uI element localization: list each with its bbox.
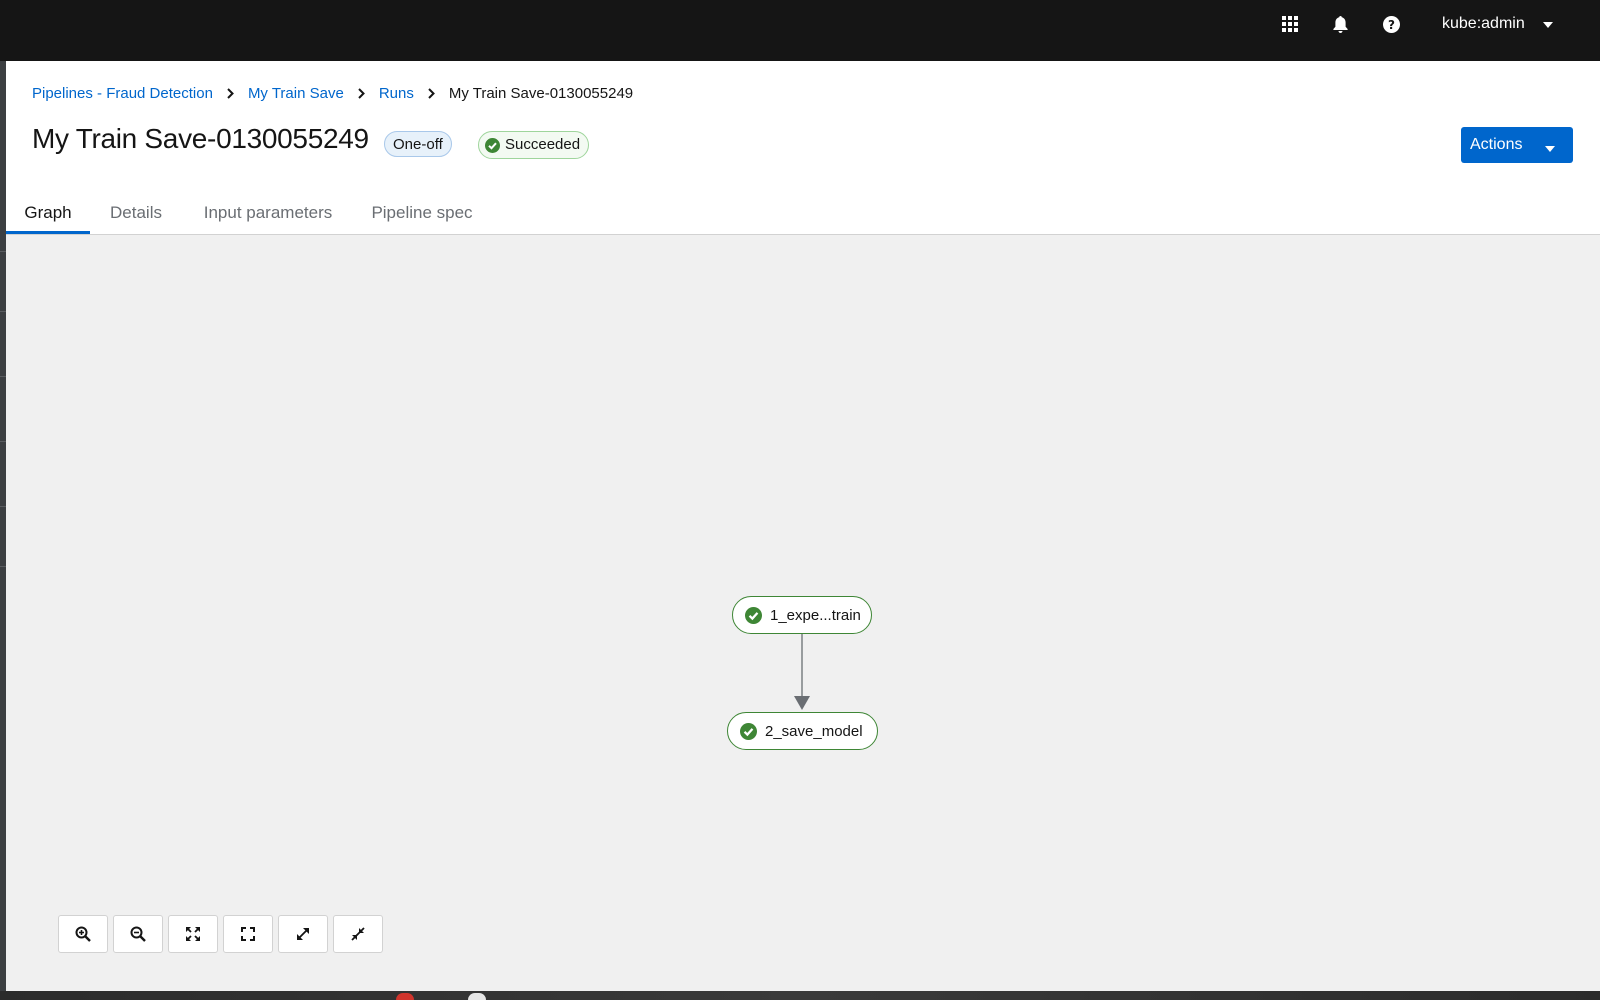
collapse-icon (351, 927, 365, 941)
page-title: My Train Save-0130055249 (32, 123, 369, 154)
svg-text:?: ? (1388, 18, 1395, 32)
breadcrumb: Pipelines - Fraud Detection My Train Sav… (32, 83, 633, 103)
help-icon[interactable]: ? (1379, 12, 1403, 36)
zoom-in-icon (75, 926, 91, 942)
main-page: Pipelines - Fraud Detection My Train Sav… (6, 61, 1600, 991)
graph-edge-arrow (794, 634, 810, 710)
run-type-badge: One-off (384, 131, 452, 157)
tab-pipeline-spec[interactable]: Pipeline spec (368, 191, 476, 234)
notification-bell-icon[interactable] (1328, 12, 1352, 36)
chevron-right-icon (358, 87, 365, 99)
caret-down-icon (1544, 140, 1556, 158)
tab-input-parameters[interactable]: Input parameters (198, 191, 338, 234)
status-badge: Succeeded (478, 131, 590, 159)
zoom-out-button[interactable] (113, 915, 163, 953)
fullscreen-icon (241, 927, 255, 941)
check-circle-icon (485, 137, 500, 153)
graph-node[interactable]: 2_save_model (727, 712, 878, 750)
breadcrumb-current: My Train Save-0130055249 (448, 84, 634, 102)
chevron-right-icon (227, 87, 234, 99)
fullscreen-button[interactable] (223, 915, 273, 953)
graph-node-label: 2_save_model (765, 722, 863, 740)
actions-button[interactable]: Actions (1461, 127, 1573, 163)
check-circle-icon (745, 606, 762, 624)
graph-node-label: 1_expe...train (770, 606, 861, 624)
check-circle-icon (740, 722, 757, 740)
tab-details[interactable]: Details (107, 191, 165, 234)
breadcrumb-link-pipeline[interactable]: My Train Save (248, 85, 344, 102)
tab-graph[interactable]: Graph (6, 191, 90, 234)
graph-canvas[interactable]: 1_expe...train 2_save_model (6, 235, 1600, 991)
breadcrumb-link-runs[interactable]: Runs (379, 85, 414, 102)
os-taskbar (0, 991, 1600, 1000)
fit-to-screen-icon (186, 927, 200, 941)
zoom-out-icon (130, 926, 146, 942)
fit-to-screen-button[interactable] (168, 915, 218, 953)
user-name: kube:admin (1442, 15, 1525, 32)
graph-controls (58, 915, 388, 953)
tab-bar: Graph Details Input parameters Pipeline … (6, 191, 1600, 235)
masthead: ? kube:admin (0, 0, 1600, 61)
taskbar-app-icon[interactable] (396, 993, 414, 1000)
collapse-button[interactable] (333, 915, 383, 953)
status-label: Succeeded (505, 136, 581, 153)
chevron-right-icon (428, 87, 435, 99)
graph-node[interactable]: 1_expe...train (732, 596, 872, 634)
expand-icon (297, 928, 309, 940)
zoom-in-button[interactable] (58, 915, 108, 953)
user-menu[interactable]: kube:admin (1442, 12, 1525, 36)
expand-button[interactable] (278, 915, 328, 953)
breadcrumb-link-pipelines[interactable]: Pipelines - Fraud Detection (32, 85, 213, 102)
taskbar-app-icon[interactable] (468, 993, 486, 1000)
user-menu-caret-icon[interactable] (1542, 16, 1554, 34)
apps-grid-icon[interactable] (1278, 12, 1302, 36)
actions-label: Actions (1470, 136, 1523, 153)
